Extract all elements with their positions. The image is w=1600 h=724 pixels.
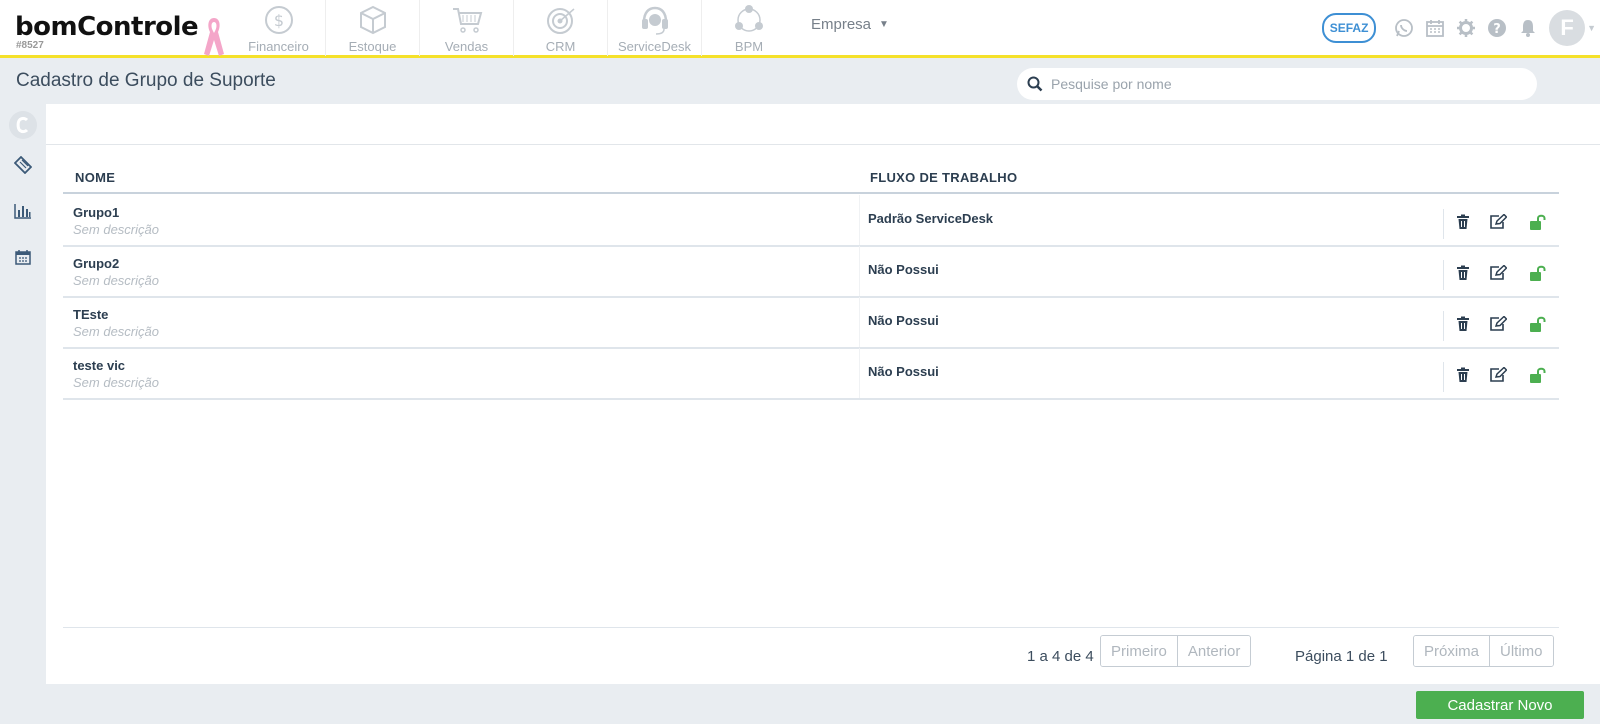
table-row[interactable]: Grupo2 Sem descrição Não Possui [63, 246, 1559, 298]
workflow-name: Não Possui [868, 364, 939, 379]
side-navigation [0, 104, 46, 724]
last-page-button[interactable]: Último [1489, 636, 1553, 666]
svg-text:$: $ [273, 11, 283, 30]
unlock-icon[interactable] [1527, 313, 1549, 335]
search-input[interactable] [1051, 76, 1521, 92]
previous-page-button[interactable]: Anterior [1176, 636, 1251, 666]
module-financeiro[interactable]: $ Financeiro [232, 0, 326, 56]
first-page-button[interactable]: Primeiro [1101, 636, 1177, 666]
table-row[interactable]: Grupo1 Sem descrição Padrão ServiceDesk [63, 195, 1559, 247]
module-label: BPM [734, 39, 764, 54]
module-label: Financeiro [248, 39, 309, 54]
group-description: Sem descrição [73, 324, 159, 339]
divider [46, 144, 1600, 145]
unlock-icon[interactable] [1527, 364, 1549, 386]
table-header: NOME FLUXO DE TRABALHO [63, 160, 1559, 194]
brand-name: bomControle [15, 12, 199, 42]
top-navigation-bar: bomControle #8527 $ Financeiro Estoque V… [0, 0, 1600, 58]
company-dropdown[interactable]: Empresa ▼ [811, 16, 889, 33]
group-description: Sem descrição [73, 375, 159, 390]
next-page-button[interactable]: Próxima [1414, 636, 1490, 666]
module-label: Estoque [348, 39, 397, 54]
calendar-icon[interactable] [1419, 13, 1450, 43]
divider [63, 627, 1559, 628]
group-description: Sem descrição [73, 273, 159, 288]
delete-icon[interactable] [1452, 313, 1474, 335]
module-bpm[interactable]: BPM [702, 0, 796, 56]
group-name: Grupo2 [73, 256, 120, 271]
module-label: CRM [545, 39, 576, 54]
dollar-coin-icon: $ [264, 6, 293, 34]
svg-text:?: ? [1493, 22, 1501, 37]
unlock-icon[interactable] [1527, 211, 1549, 233]
edit-icon[interactable] [1487, 211, 1509, 233]
edit-icon[interactable] [1487, 364, 1509, 386]
new-record-button[interactable]: Cadastrar Novo [1416, 691, 1584, 719]
edit-icon[interactable] [1487, 313, 1509, 335]
module-estoque[interactable]: Estoque [326, 0, 420, 56]
divider [859, 348, 860, 398]
delete-icon[interactable] [1452, 364, 1474, 386]
workflow-name: Padrão ServiceDesk [868, 211, 994, 226]
group-description: Sem descrição [73, 222, 159, 237]
workflow-name: Não Possui [868, 262, 939, 277]
workflow-name: Não Possui [868, 313, 939, 328]
whatsapp-icon[interactable] [1388, 13, 1419, 43]
divider [1443, 260, 1444, 290]
pager-next-last: Próxima Último [1413, 635, 1554, 667]
pager-first-prev: Primeiro Anterior [1100, 635, 1252, 667]
search-box [1017, 68, 1537, 100]
bar-chart-icon[interactable] [8, 196, 38, 226]
page-indicator: Página 1 de 1 [1295, 648, 1388, 665]
ticket-icon[interactable] [8, 150, 38, 180]
box-icon [359, 5, 386, 35]
shopping-cart-icon [452, 8, 482, 33]
company-label: Empresa [811, 16, 872, 33]
divider [1443, 209, 1444, 239]
headset-icon [641, 6, 668, 35]
group-name: Grupo1 [73, 205, 120, 220]
process-cycle-icon [735, 5, 763, 32]
divider [859, 297, 860, 347]
divider [859, 246, 860, 296]
module-label: ServiceDesk [618, 39, 691, 54]
bell-icon[interactable] [1512, 13, 1543, 43]
gear-icon[interactable] [1450, 13, 1481, 43]
brand-logo[interactable]: bomControle #8527 [15, 12, 230, 58]
divider [859, 195, 860, 245]
caret-down-icon[interactable]: ▼ [1587, 23, 1596, 33]
calendar-icon[interactable] [8, 242, 38, 272]
column-header-fluxo[interactable]: FLUXO DE TRABALHO [870, 170, 1017, 185]
unlock-icon[interactable] [1527, 262, 1549, 284]
edit-icon[interactable] [1487, 262, 1509, 284]
target-icon [546, 8, 574, 34]
module-vendas[interactable]: Vendas [420, 0, 514, 56]
column-header-nome[interactable]: NOME [75, 170, 115, 185]
help-icon[interactable]: ? [1481, 13, 1512, 43]
divider [1443, 362, 1444, 392]
page-title: Cadastro de Grupo de Suporte [16, 70, 276, 91]
main-panel: NOME FLUXO DE TRABALHO Grupo1 Sem descriç… [46, 104, 1600, 684]
table-row[interactable]: teste vic Sem descrição Não Possui [63, 348, 1559, 400]
delete-icon[interactable] [1452, 262, 1474, 284]
caret-down-icon: ▼ [879, 19, 889, 30]
group-name: teste vic [73, 358, 126, 373]
module-servicedesk[interactable]: ServiceDesk [608, 0, 702, 56]
pink-ribbon-icon [204, 18, 224, 56]
record-count: 1 a 4 de 4 [1027, 648, 1094, 665]
module-menu: $ Financeiro Estoque Vendas CRM ServiceD… [232, 0, 796, 56]
header-actions: SEFAZ ? F ▼ [1322, 8, 1600, 48]
account-id: #8527 [16, 40, 44, 51]
bomcontrole-logo-icon[interactable] [8, 110, 38, 140]
group-name: TEste [73, 307, 109, 322]
user-avatar[interactable]: F [1549, 10, 1586, 46]
search-icon [1027, 76, 1043, 92]
divider [1443, 311, 1444, 341]
module-label: Vendas [444, 39, 489, 54]
module-crm[interactable]: CRM [514, 0, 608, 56]
sefaz-button[interactable]: SEFAZ [1322, 13, 1377, 43]
delete-icon[interactable] [1452, 211, 1474, 233]
table-row[interactable]: TEste Sem descrição Não Possui [63, 297, 1559, 349]
